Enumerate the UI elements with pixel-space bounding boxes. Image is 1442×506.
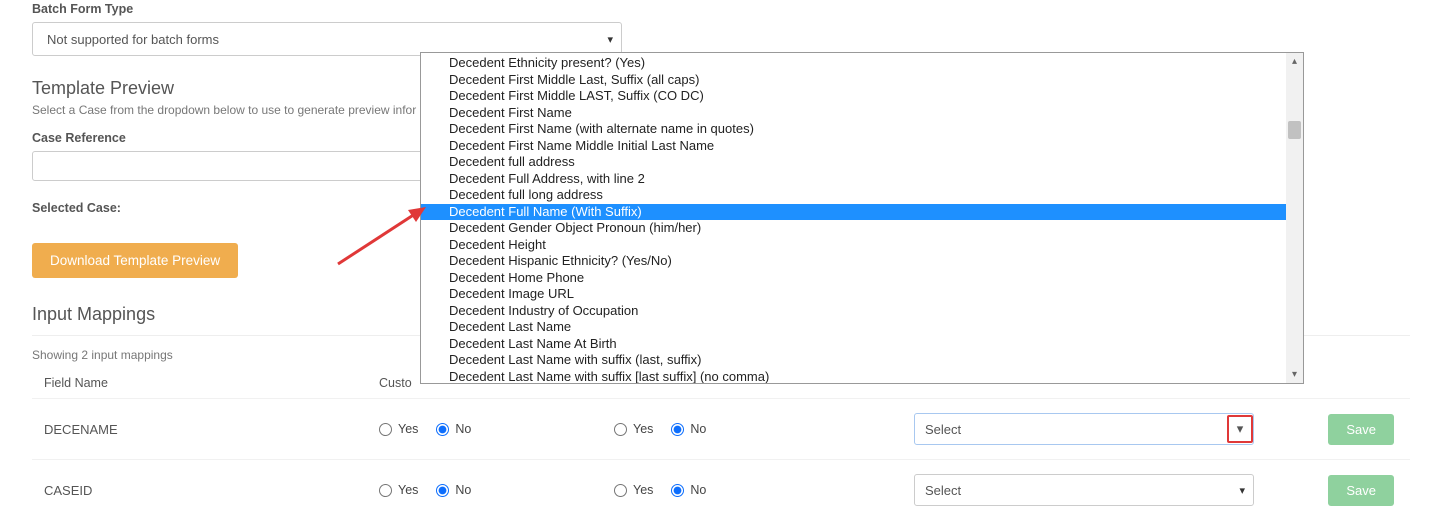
scroll-up-icon[interactable]: ▴ (1286, 53, 1303, 70)
secondary-yn: Yes No (614, 483, 914, 497)
custom-yn: Yes No (379, 483, 614, 497)
dropdown-option[interactable]: Decedent Last Name (421, 319, 1286, 336)
dropdown-option[interactable]: Decedent First Name (421, 105, 1286, 122)
table-row: DECENAME Yes No Yes No Select ▾ Save (32, 398, 1410, 459)
chevron-down-icon: ▾ (1239, 484, 1245, 497)
mapping-select[interactable]: Select ▾ (914, 474, 1254, 506)
custom-yn-no-label: No (455, 422, 471, 436)
download-template-preview-button[interactable]: Download Template Preview (32, 243, 238, 278)
dropdown-option[interactable]: Decedent Height (421, 237, 1286, 254)
batch-form-type-value: Not supported for batch forms (47, 32, 219, 47)
dropdown-option[interactable]: Decedent First Name (with alternate name… (421, 121, 1286, 138)
mapping-select[interactable]: Select ▾ (914, 413, 1254, 445)
table-row: CASEID Yes No Yes No Select ▾ Save (32, 459, 1410, 506)
save-button[interactable]: Save (1328, 414, 1394, 445)
dropdown-option[interactable]: Decedent Image URL (421, 286, 1286, 303)
dropdown-option[interactable]: Decedent full long address (421, 187, 1286, 204)
custom-yn-yes-label: Yes (398, 483, 418, 497)
field-name-cell: CASEID (44, 483, 379, 498)
scroll-down-icon[interactable]: ▾ (1286, 366, 1303, 383)
chevron-down-icon[interactable]: ▾ (1227, 415, 1253, 443)
input-mappings-table: Field Name Custo DECENAMEYesNoYesNoSelec… (32, 372, 1410, 506)
secondary-yn-no-label: No (690, 422, 706, 436)
field-options-dropdown[interactable]: Decedent Ethnicity present? (Yes)Deceden… (420, 52, 1304, 384)
custom-yn-no-radio[interactable] (436, 423, 449, 436)
secondary-yn-yes-radio[interactable] (614, 423, 627, 436)
secondary-yn-yes-label: Yes (633, 483, 653, 497)
mapping-select-value: Select (925, 422, 961, 437)
secondary-yn-no-label: No (690, 483, 706, 497)
th-field-name: Field Name (44, 376, 379, 390)
dropdown-option[interactable]: Decedent Ethnicity present? (Yes) (421, 55, 1286, 72)
dropdown-option[interactable]: Decedent Industry of Occupation (421, 303, 1286, 320)
batch-form-type-label: Batch Form Type (32, 2, 1410, 16)
dropdown-scrollbar[interactable]: ▴ ▾ (1286, 53, 1303, 383)
dropdown-option[interactable]: Decedent Last Name At Birth (421, 336, 1286, 353)
secondary-yn-no-radio[interactable] (671, 484, 684, 497)
chevron-down-icon: ▾ (607, 33, 613, 46)
dropdown-option[interactable]: Decedent Last Name with suffix [last suf… (421, 369, 1286, 384)
mapping-select-value: Select (925, 483, 961, 498)
dropdown-option[interactable]: Decedent First Middle Last, Suffix (all … (421, 72, 1286, 89)
custom-yn-yes-radio[interactable] (379, 423, 392, 436)
dropdown-option[interactable]: Decedent Hispanic Ethnicity? (Yes/No) (421, 253, 1286, 270)
secondary-yn-no-radio[interactable] (671, 423, 684, 436)
dropdown-option[interactable]: Decedent full address (421, 154, 1286, 171)
custom-yn-no-radio[interactable] (436, 484, 449, 497)
custom-yn-no-label: No (455, 483, 471, 497)
dropdown-option[interactable]: Decedent Full Name (With Suffix) (421, 204, 1286, 221)
save-button[interactable]: Save (1328, 475, 1394, 506)
batch-form-type-select[interactable]: Not supported for batch forms ▾ (32, 22, 622, 56)
custom-yn-yes-label: Yes (398, 422, 418, 436)
secondary-yn-yes-radio[interactable] (614, 484, 627, 497)
secondary-yn-yes-label: Yes (633, 422, 653, 436)
secondary-yn: Yes No (614, 422, 914, 436)
custom-yn-yes-radio[interactable] (379, 484, 392, 497)
dropdown-option[interactable]: Decedent Home Phone (421, 270, 1286, 287)
dropdown-option[interactable]: Decedent First Middle LAST, Suffix (CO D… (421, 88, 1286, 105)
dropdown-option[interactable]: Decedent Last Name with suffix (last, su… (421, 352, 1286, 369)
dropdown-option[interactable]: Decedent Full Address, with line 2 (421, 171, 1286, 188)
dropdown-option[interactable]: Decedent Gender Object Pronoun (him/her) (421, 220, 1286, 237)
field-name-cell: DECENAME (44, 422, 379, 437)
dropdown-option[interactable]: Decedent First Name Middle Initial Last … (421, 138, 1286, 155)
custom-yn: Yes No (379, 422, 614, 436)
scrollbar-thumb[interactable] (1288, 121, 1301, 139)
